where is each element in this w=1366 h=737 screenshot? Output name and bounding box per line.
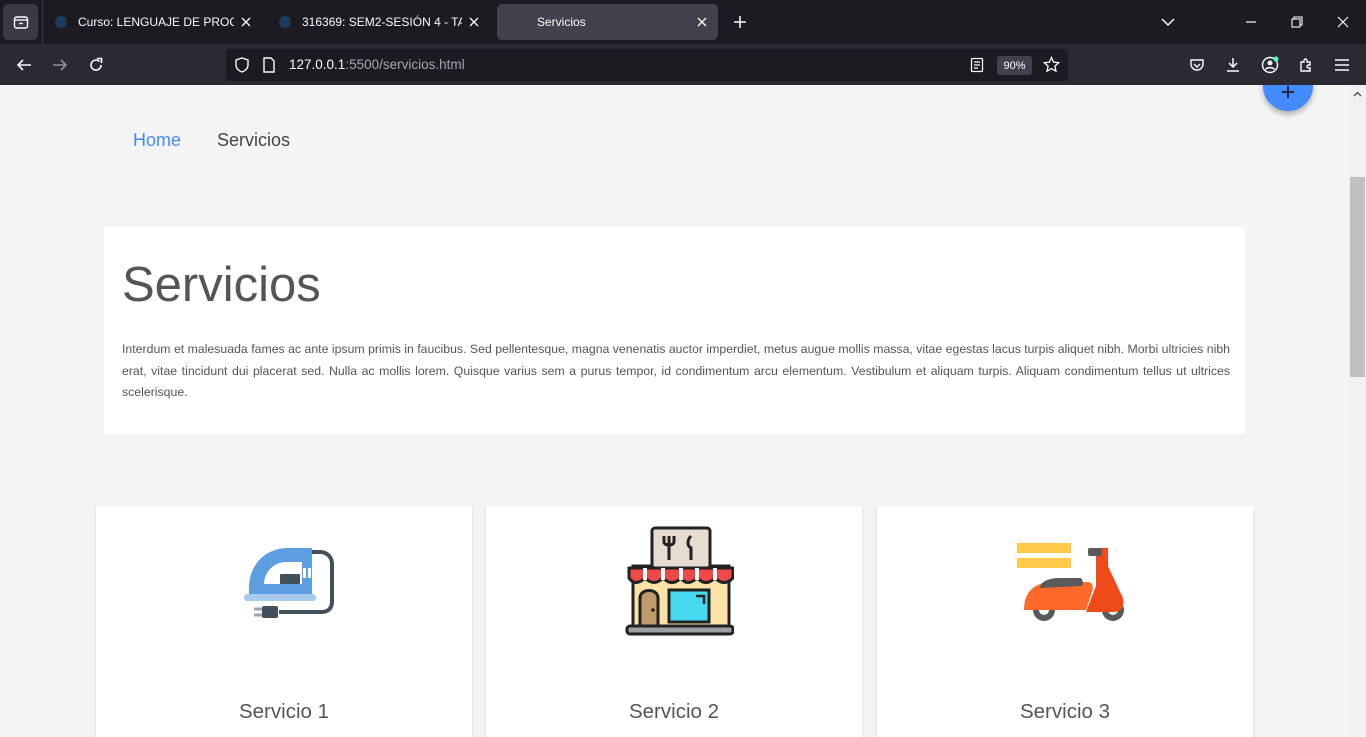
back-button[interactable] (9, 50, 39, 80)
arrow-left-icon (16, 59, 31, 71)
page-favicon-icon (513, 15, 527, 29)
close-tab-icon[interactable] (690, 10, 714, 34)
shield-icon[interactable] (234, 57, 250, 73)
minimize-icon (1246, 21, 1256, 23)
tab-title: Curso: LENGUAJE DE PROGRAMACIÓN (78, 15, 234, 29)
reader-view-icon[interactable] (970, 57, 984, 73)
star-bookmark-icon[interactable] (1043, 56, 1060, 73)
repair-shop-icon (625, 526, 734, 636)
tab-course[interactable]: Curso: LENGUAJE DE PROGRAMACIÓN (50, 4, 262, 40)
service-card-1[interactable]: Servicio 1 (96, 506, 472, 737)
moodle-favicon-icon (278, 15, 292, 29)
zoom-level-badge[interactable]: 90% (997, 56, 1032, 75)
forward-button[interactable] (45, 50, 75, 80)
iron-icon (244, 548, 334, 618)
address-bar[interactable]: 127.0.0.1:5500/servicios.html 90% (226, 49, 1068, 81)
close-window-button[interactable] (1320, 0, 1366, 44)
scroll-up-arrow-icon[interactable] (1349, 85, 1366, 102)
downloads-button[interactable] (1218, 50, 1248, 80)
tab-list-icon (13, 16, 28, 29)
plus-icon (1282, 86, 1294, 98)
plus-icon (734, 16, 746, 28)
list-all-tabs-button[interactable] (1145, 0, 1191, 44)
page-viewport: Home Servicios Servicios Interdum et mal… (0, 85, 1349, 737)
tab-title: 316369: SEM2-SESIÓN 4 - TALLER (302, 15, 462, 29)
close-icon (1337, 16, 1349, 28)
restore-icon (1291, 16, 1303, 28)
service-card-title: Servicio 3 (1019, 700, 1110, 723)
pocket-icon (1190, 59, 1204, 71)
url-text[interactable]: 127.0.0.1:5500/servicios.html (289, 57, 465, 72)
hero-section: Servicios Interdum et malesuada fames ac… (104, 227, 1245, 434)
restore-button[interactable] (1274, 0, 1320, 44)
tab-bar: Curso: LENGUAJE DE PROGRAMACIÓN 316369: … (0, 0, 1366, 44)
delivery-scooter-icon (1017, 543, 1124, 621)
extensions-button[interactable] (1291, 50, 1321, 80)
tab-session[interactable]: 316369: SEM2-SESIÓN 4 - TALLER (274, 4, 490, 40)
tab-list-button[interactable] (3, 4, 38, 40)
download-icon (1227, 58, 1239, 72)
tab-title: Servicios (537, 15, 586, 29)
close-tab-icon[interactable] (462, 10, 486, 34)
chevron-down-icon (1161, 18, 1175, 27)
page-info-icon[interactable] (262, 57, 276, 73)
navigation-toolbar: 127.0.0.1:5500/servicios.html 90% (0, 44, 1366, 85)
hero-description: Interdum et malesuada fames ac ante ipsu… (122, 342, 1230, 399)
tab-separator (42, 0, 43, 44)
vertical-scrollbar[interactable] (1349, 85, 1366, 737)
close-tab-icon[interactable] (234, 10, 258, 34)
tab-servicios[interactable]: Servicios (497, 4, 718, 40)
nav-link-home[interactable]: Home (133, 130, 181, 151)
service-card-2[interactable]: Servicio 2 (486, 506, 862, 737)
pocket-button[interactable] (1182, 50, 1212, 80)
hamburger-menu-icon (1335, 59, 1349, 71)
minimize-button[interactable] (1228, 0, 1274, 44)
site-navigation: Home Servicios (133, 130, 290, 151)
menu-button[interactable] (1327, 50, 1357, 80)
scrollbar-thumb[interactable] (1350, 177, 1365, 377)
url-path: :5500/servicios.html (345, 57, 465, 72)
floating-add-button[interactable] (1263, 85, 1313, 111)
puzzle-icon (1300, 58, 1311, 72)
account-button[interactable] (1255, 50, 1285, 80)
service-card-title: Servicio 2 (628, 700, 719, 723)
arrow-right-icon (53, 59, 68, 71)
new-tab-button[interactable] (726, 8, 754, 36)
moodle-favicon-icon (54, 15, 68, 29)
nav-link-servicios[interactable]: Servicios (217, 130, 290, 151)
reload-button[interactable] (81, 50, 111, 80)
service-card-3[interactable]: Servicio 3 (877, 506, 1253, 737)
service-card-title: Servicio 1 (238, 700, 329, 723)
reload-icon (90, 57, 103, 71)
account-icon (1261, 56, 1279, 74)
url-host: 127.0.0.1 (289, 57, 346, 72)
page-title: Servicios (122, 258, 321, 312)
